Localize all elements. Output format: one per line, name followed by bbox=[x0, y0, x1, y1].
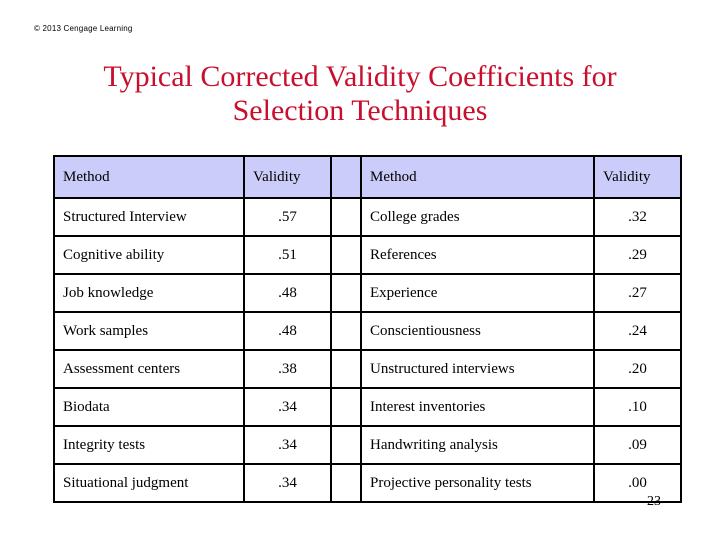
page-title-line-2: Selection Techniques bbox=[232, 94, 488, 127]
cell-validity-left: .34 bbox=[243, 387, 332, 427]
validity-table-container: Method Validity Method Validity Structur… bbox=[53, 155, 682, 503]
table-row: Assessment centers .38 Unstructured inte… bbox=[53, 349, 682, 389]
cell-validity-left: .57 bbox=[243, 197, 332, 237]
cell-spacer bbox=[330, 349, 362, 389]
cell-validity-right: .27 bbox=[593, 273, 682, 313]
cell-validity-right: .24 bbox=[593, 311, 682, 351]
cell-method-left: Cognitive ability bbox=[53, 235, 245, 275]
cell-spacer bbox=[330, 463, 362, 503]
cell-method-right: Handwriting analysis bbox=[360, 425, 595, 465]
cell-validity-left: .51 bbox=[243, 235, 332, 275]
cell-validity-left: .48 bbox=[243, 273, 332, 313]
cell-validity-left: .38 bbox=[243, 349, 332, 389]
table-row: Situational judgment .34 Projective pers… bbox=[53, 463, 682, 503]
column-header-method-right: Method bbox=[360, 155, 595, 199]
cell-spacer bbox=[330, 273, 362, 313]
cell-validity-left: .48 bbox=[243, 311, 332, 351]
column-header-spacer bbox=[330, 155, 362, 199]
cell-method-right: Interest inventories bbox=[360, 387, 595, 427]
table-body: Structured Interview .57 College grades … bbox=[53, 197, 682, 503]
page-title: Typical Corrected Validity Coefficients … bbox=[60, 60, 660, 128]
cell-spacer bbox=[330, 235, 362, 275]
cell-validity-right: .09 bbox=[593, 425, 682, 465]
page-number: 23 bbox=[647, 494, 661, 509]
cell-method-right: College grades bbox=[360, 197, 595, 237]
validity-table: Method Validity Method Validity Structur… bbox=[53, 155, 682, 503]
cell-method-left: Situational judgment bbox=[53, 463, 245, 503]
cell-validity-right: .10 bbox=[593, 387, 682, 427]
table-row: Work samples .48 Conscientiousness .24 bbox=[53, 311, 682, 351]
table-row: Job knowledge .48 Experience .27 bbox=[53, 273, 682, 313]
cell-validity-left: .34 bbox=[243, 463, 332, 503]
cell-validity-right: .20 bbox=[593, 349, 682, 389]
cell-spacer bbox=[330, 311, 362, 351]
slide-canvas: © 2013 Cengage Learning Typical Correcte… bbox=[0, 0, 720, 540]
copyright-notice: © 2013 Cengage Learning bbox=[34, 24, 133, 33]
cell-method-left: Integrity tests bbox=[53, 425, 245, 465]
cell-method-left: Work samples bbox=[53, 311, 245, 351]
cell-method-left: Structured Interview bbox=[53, 197, 245, 237]
table-row: Integrity tests .34 Handwriting analysis… bbox=[53, 425, 682, 465]
cell-spacer bbox=[330, 197, 362, 237]
table-row: Structured Interview .57 College grades … bbox=[53, 197, 682, 237]
column-header-validity-left: Validity bbox=[243, 155, 332, 199]
cell-method-left: Assessment centers bbox=[53, 349, 245, 389]
column-header-validity-right: Validity bbox=[593, 155, 682, 199]
cell-method-right: References bbox=[360, 235, 595, 275]
cell-method-right: Conscientiousness bbox=[360, 311, 595, 351]
table-row: Cognitive ability .51 References .29 bbox=[53, 235, 682, 275]
cell-spacer bbox=[330, 387, 362, 427]
page-title-line-1: Typical Corrected Validity Coefficients … bbox=[103, 60, 617, 93]
cell-validity-right: .32 bbox=[593, 197, 682, 237]
cell-method-right: Unstructured interviews bbox=[360, 349, 595, 389]
cell-method-left: Job knowledge bbox=[53, 273, 245, 313]
cell-validity-right: .29 bbox=[593, 235, 682, 275]
cell-validity-left: .34 bbox=[243, 425, 332, 465]
table-row: Biodata .34 Interest inventories .10 bbox=[53, 387, 682, 427]
table-header-row: Method Validity Method Validity bbox=[53, 155, 682, 199]
cell-spacer bbox=[330, 425, 362, 465]
cell-method-left: Biodata bbox=[53, 387, 245, 427]
cell-method-right: Experience bbox=[360, 273, 595, 313]
cell-method-right: Projective personality tests bbox=[360, 463, 595, 503]
column-header-method-left: Method bbox=[53, 155, 245, 199]
